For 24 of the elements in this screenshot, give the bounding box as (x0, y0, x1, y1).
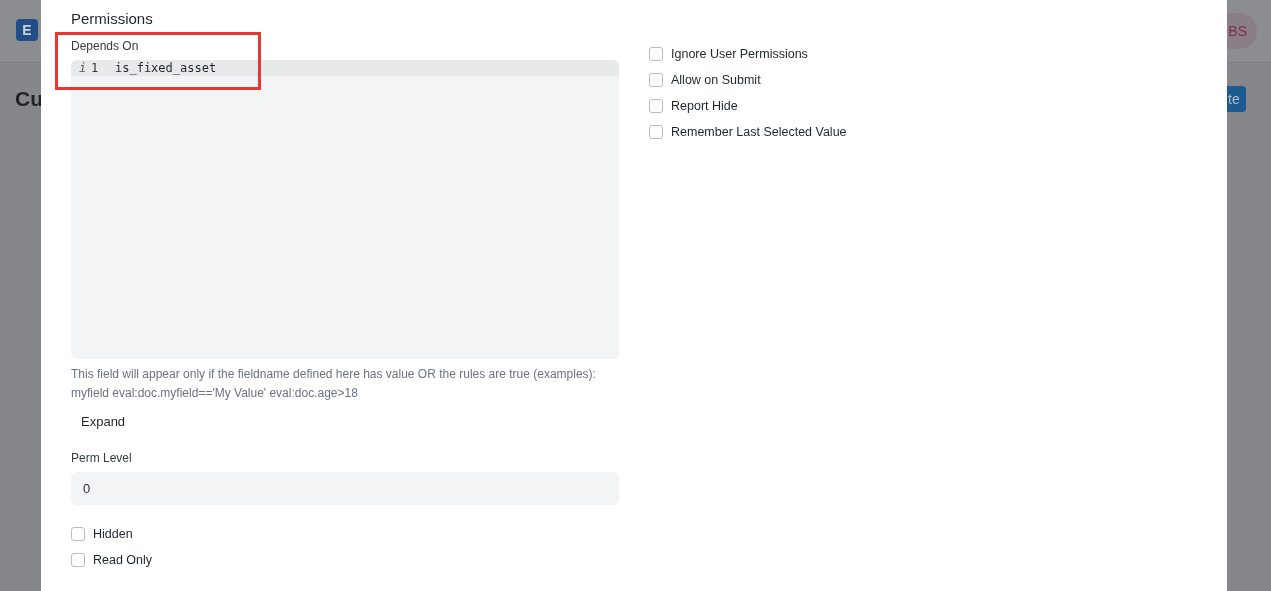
checkbox-label: Hidden (93, 527, 133, 541)
checkbox[interactable] (649, 125, 663, 139)
checkbox[interactable] (649, 99, 663, 113)
code-editor[interactable]: i 1 is_fixed_asset (71, 60, 619, 359)
checkbox[interactable] (71, 527, 85, 541)
help-text: This field will appear only if the fieldname defined here has value OR the rules are true (examples): myfield eval:doc.myfield=='My Value' eval:doc.age>18 (71, 366, 597, 402)
input-field[interactable]: 0 (71, 472, 619, 505)
section-title: Permissions (71, 10, 154, 27)
checkbox-label: Read Only (93, 553, 153, 567)
code-line: is_fixed_asset (115, 61, 217, 75)
field-label: Depends On (71, 39, 140, 53)
line-number: 1 (91, 61, 100, 75)
info-icon: i (71, 61, 91, 75)
expand-button[interactable]: Expand (71, 411, 136, 431)
checkbox-label: Report Hide (671, 99, 738, 113)
logo-icon[interactable]: E (16, 19, 38, 41)
checkbox-label: Ignore User Permissions (671, 47, 808, 61)
checkbox[interactable] (71, 553, 85, 567)
checkbox-label: Allow on Submit (671, 73, 761, 87)
checkbox-label: Remember Last Selected Value (671, 125, 847, 139)
checkbox[interactable] (649, 47, 663, 61)
primary-button[interactable]: te (1227, 86, 1246, 112)
field-label: Perm Level (71, 451, 133, 465)
checkbox[interactable] (649, 73, 663, 87)
